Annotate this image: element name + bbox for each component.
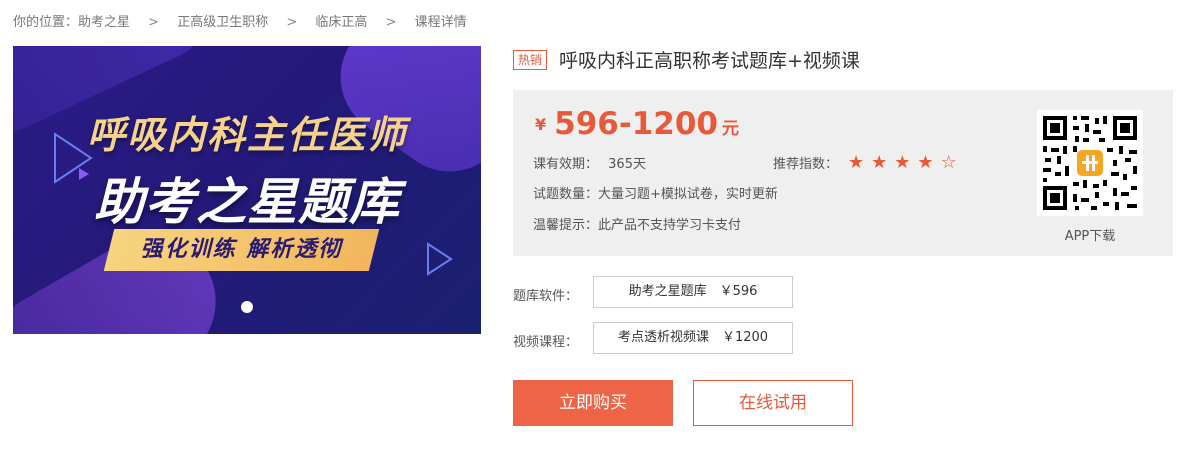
- breadcrumb-prefix: 你的位置：: [13, 15, 79, 30]
- star-filled-icon: ★: [917, 152, 934, 173]
- rating-stars: ★ ★ ★ ★ ☆: [848, 154, 964, 172]
- validity-row: 课有效期： 365天: [533, 153, 646, 172]
- hot-badge: 热销: [513, 49, 548, 70]
- product-title: 呼吸内科正高职称考试题库+视频课: [559, 50, 860, 72]
- breadcrumb-link-subcategory[interactable]: 临床正高: [315, 11, 367, 30]
- breadcrumb-link-home[interactable]: 助考之星: [78, 11, 130, 30]
- try-online-button[interactable]: 在线试用: [693, 380, 853, 426]
- price-currency: ¥: [535, 115, 547, 134]
- price-unit: 元: [722, 119, 739, 139]
- star-filled-icon: ★: [871, 152, 888, 173]
- tip-label: 温馨提示：: [533, 218, 599, 233]
- video-label: 视频课程：: [513, 335, 579, 350]
- carousel-dot[interactable]: [241, 301, 253, 313]
- breadcrumb-current: 课程详情: [414, 15, 467, 30]
- star-empty-icon: ☆: [940, 152, 957, 173]
- validity-label: 课有效期：: [533, 157, 599, 172]
- price: ¥596-1200 元: [535, 106, 739, 142]
- breadcrumb-separator: >: [148, 15, 160, 30]
- product-banner: 呼吸内科主任医师 助考之星题库 强化训练 解析透彻: [13, 46, 481, 334]
- software-option[interactable]: 助考之星题库 ￥596: [593, 276, 793, 308]
- product-info-panel: ¥596-1200 元 课有效期： 365天 推荐指数： ★ ★ ★ ★ ☆ 试题…: [513, 90, 1173, 256]
- tip-row: 温馨提示：此产品不支持学习卡支付: [533, 214, 741, 233]
- buy-now-button[interactable]: 立即购买: [513, 380, 673, 426]
- app-download-label[interactable]: APP下载: [1037, 225, 1143, 244]
- rating-label: 推荐指数：: [773, 157, 839, 172]
- questions-value: 大量习题+模拟试卷，实时更新: [598, 187, 778, 202]
- breadcrumb: 你的位置：助考之星 > 正高级卫生职称 > 临床正高 > 课程详情: [13, 11, 467, 30]
- breadcrumb-separator: >: [286, 15, 298, 30]
- star-filled-icon: ★: [848, 152, 865, 173]
- validity-value: 365天: [608, 157, 646, 172]
- video-option[interactable]: 考点透析视频课 ￥1200: [593, 322, 793, 354]
- tip-value: 此产品不支持学习卡支付: [598, 218, 742, 233]
- banner-title: 助考之星题库: [94, 173, 400, 231]
- qr-code: [1037, 110, 1143, 216]
- software-label: 题库软件：: [513, 289, 579, 304]
- triangle-outline-icon: [427, 242, 453, 276]
- questions-label: 试题数量：: [533, 187, 599, 202]
- star-filled-icon: ★: [894, 152, 911, 173]
- product-title-row: 热销 呼吸内科正高职称考试题库+视频课: [513, 46, 860, 73]
- questions-row: 试题数量：大量习题+模拟试卷，实时更新: [533, 183, 778, 202]
- banner-headline: 呼吸内科主任医师: [86, 113, 407, 157]
- breadcrumb-link-category[interactable]: 正高级卫生职称: [177, 11, 268, 30]
- breadcrumb-separator: >: [385, 15, 397, 30]
- banner-tag: 强化训练 解析透彻: [140, 237, 343, 262]
- price-range: 596-1200: [554, 106, 718, 142]
